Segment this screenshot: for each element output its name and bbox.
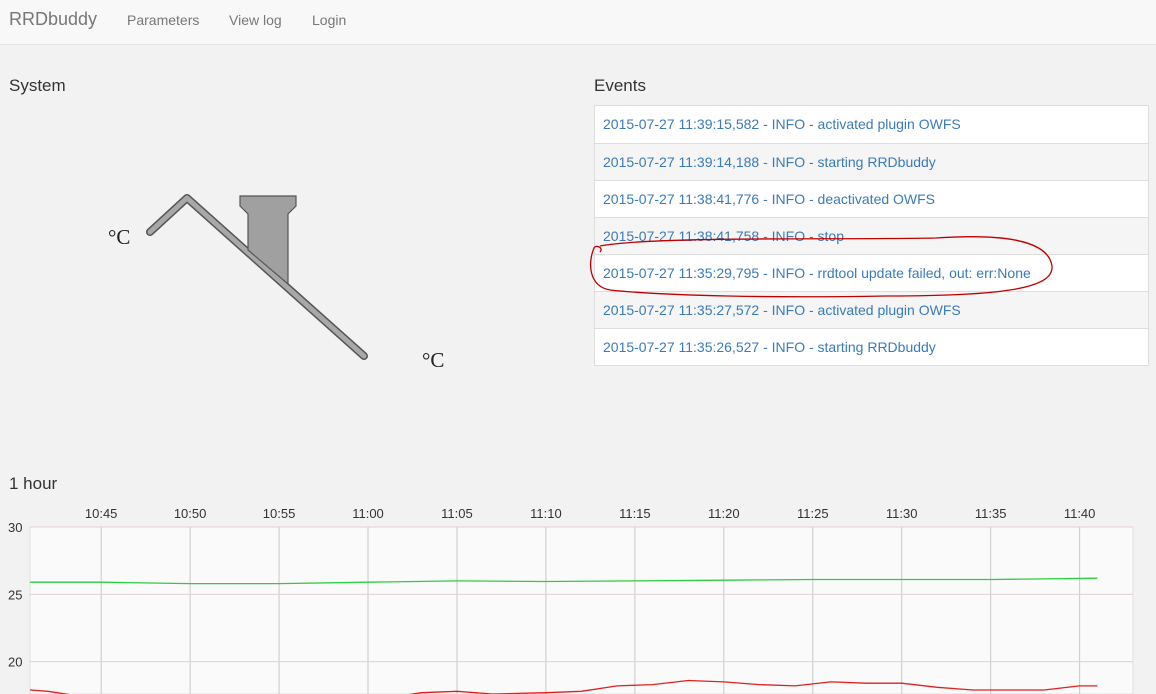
y-tick-label: 25 xyxy=(8,587,22,602)
event-row[interactable]: 2015-07-27 11:35:26,527 - INFO - startin… xyxy=(595,328,1148,365)
nav-link-parameters[interactable]: Parameters xyxy=(127,12,199,28)
x-tick-label: 11:10 xyxy=(530,506,562,521)
event-row[interactable]: 2015-07-27 11:39:14,188 - INFO - startin… xyxy=(595,143,1148,180)
chart-title: 1 hour xyxy=(9,474,58,493)
event-row[interactable]: 2015-07-27 11:35:29,795 - INFO - rrdtool… xyxy=(595,254,1148,291)
events-list: 2015-07-27 11:39:15,582 - INFO - activat… xyxy=(594,105,1149,366)
event-row[interactable]: 2015-07-27 11:38:41,776 - INFO - deactiv… xyxy=(595,180,1148,217)
event-row[interactable]: 2015-07-27 11:39:15,582 - INFO - activat… xyxy=(595,106,1148,143)
y-tick-label: 20 xyxy=(8,655,22,670)
x-tick-label: 11:35 xyxy=(975,506,1007,521)
brand-link[interactable]: RRDbuddy xyxy=(9,9,97,30)
x-tick-label: 11:30 xyxy=(886,506,918,521)
nav-link-login[interactable]: Login xyxy=(312,12,346,28)
navbar: RRDbuddy Parameters View log Login xyxy=(0,0,1156,45)
x-tick-label: 10:45 xyxy=(85,506,118,521)
x-tick-label: 11:25 xyxy=(797,506,829,521)
x-tick-label: 11:05 xyxy=(441,506,473,521)
events-title: Events xyxy=(594,76,646,95)
x-tick-label: 10:50 xyxy=(174,506,207,521)
temperature-chart: 10:45 10:50 10:55 11:00 11:05 11:10 11:15 11:20… xyxy=(8,506,1134,694)
x-tick-label: 11:15 xyxy=(619,506,651,521)
temp-label-left: °C xyxy=(108,225,130,249)
event-row[interactable]: 2015-07-27 11:38:41,758 - INFO - stop xyxy=(595,217,1148,254)
x-tick-label: 10:55 xyxy=(263,506,296,521)
x-tick-label: 11:40 xyxy=(1064,506,1096,521)
system-title: System xyxy=(9,76,66,95)
temp-label-right: °C xyxy=(422,348,444,372)
plot-area xyxy=(29,526,1134,694)
system-diagram: °C °C xyxy=(108,194,444,372)
x-tick-label: 11:20 xyxy=(708,506,740,521)
event-row[interactable]: 2015-07-27 11:35:27,572 - INFO - activat… xyxy=(595,291,1148,328)
nav-link-view-log[interactable]: View log xyxy=(229,12,282,28)
x-tick-label: 11:00 xyxy=(352,506,384,521)
y-tick-label: 30 xyxy=(8,520,22,535)
